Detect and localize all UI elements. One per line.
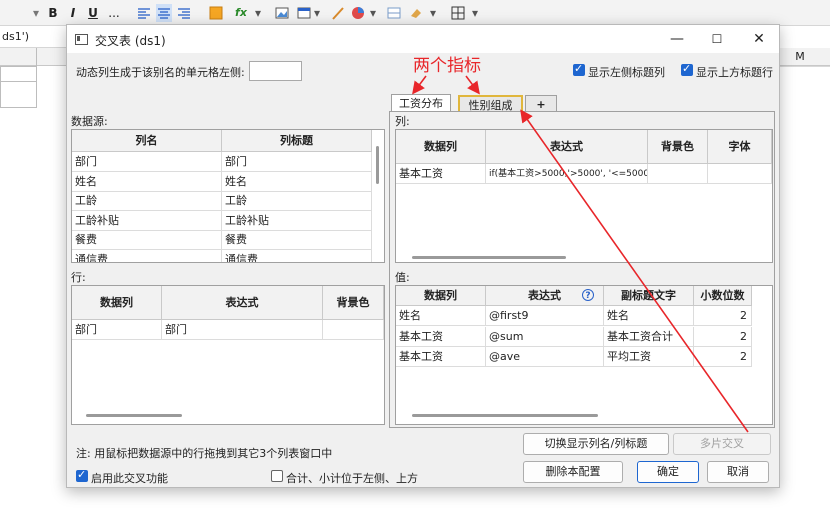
arrow-to-tab1	[412, 75, 427, 95]
annotation-arrows	[412, 75, 749, 433]
arrow-to-tab2	[465, 75, 480, 95]
arrow-to-add-tab	[520, 109, 749, 433]
